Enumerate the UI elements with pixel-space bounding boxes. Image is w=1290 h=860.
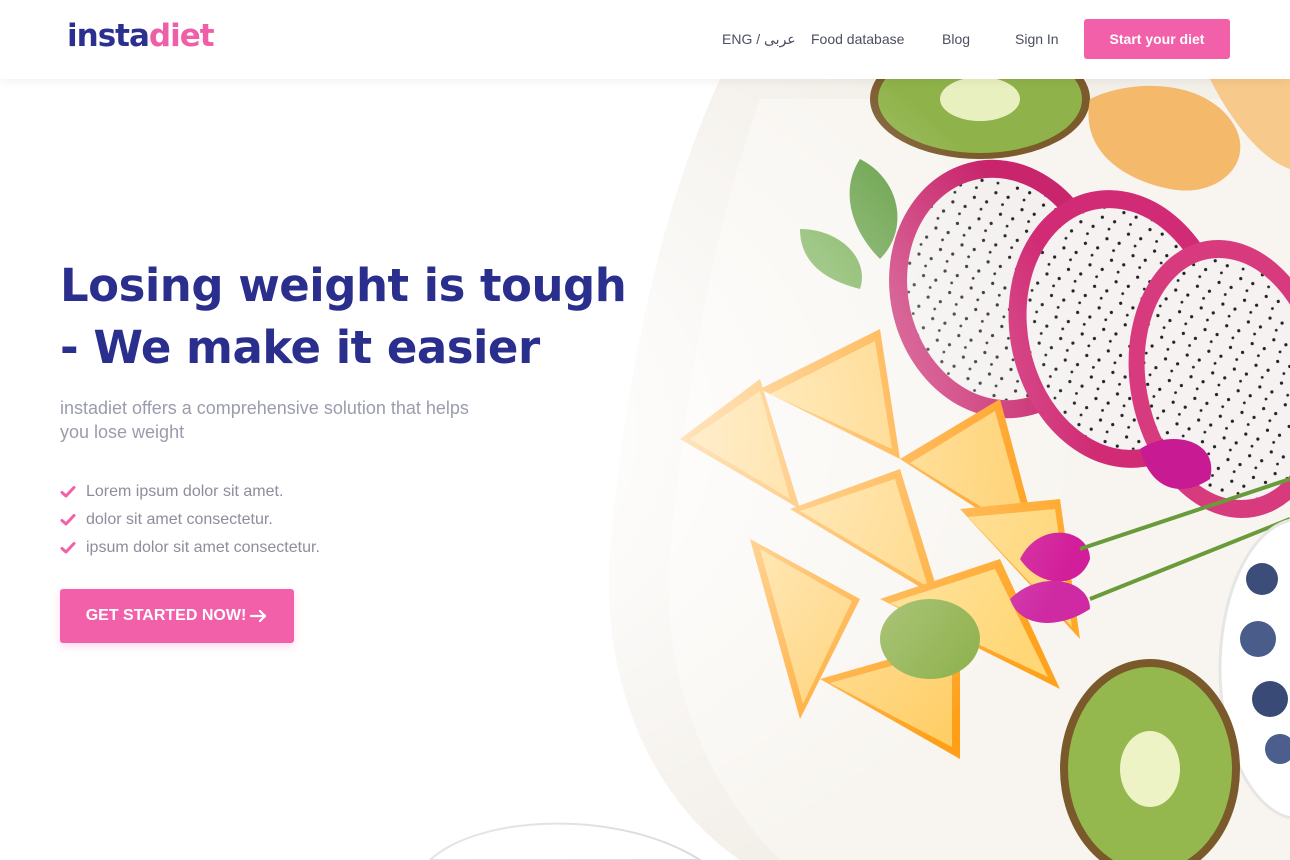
arrow-right-icon xyxy=(250,609,267,623)
hero-subtext: instadiet offers a comprehensive solutio… xyxy=(60,398,469,442)
get-started-button[interactable]: GET STARTED NOW! xyxy=(60,589,294,643)
check-icon xyxy=(60,514,76,526)
feature-text: ipsum dolor sit amet consectetur. xyxy=(86,539,320,556)
feature-list-item: dolor sit amet consectetur. xyxy=(60,506,320,534)
check-icon xyxy=(60,486,76,498)
get-started-label: GET STARTED NOW! xyxy=(85,607,247,624)
start-your-diet-button[interactable]: Start your diet xyxy=(1084,19,1230,59)
sign-in-link[interactable]: Sign In xyxy=(1015,31,1059,47)
hero-fruit-plate-image xyxy=(0,79,1290,860)
logo-part-insta: insta xyxy=(67,18,150,54)
top-navbar: instadiet ENG / عربى Food database Blog … xyxy=(0,0,1290,79)
feature-list-item: Lorem ipsum dolor sit amet. xyxy=(60,478,320,506)
feature-list: Lorem ipsum dolor sit amet. dolor sit am… xyxy=(60,478,320,562)
hero-headline: Losing weight is tough - We make it easi… xyxy=(60,255,660,379)
nav-link-food-database[interactable]: Food database xyxy=(811,31,904,47)
hero-headline-line-1: Losing weight is tough xyxy=(60,259,627,312)
feature-text: dolor sit amet consectetur. xyxy=(86,511,273,528)
hero-headline-line-2: - We make it easier xyxy=(60,321,540,374)
instadiet-logo[interactable]: instadiet xyxy=(67,18,215,54)
check-icon xyxy=(60,542,76,554)
language-switch[interactable]: ENG / عربى xyxy=(722,31,796,48)
feature-list-item: ipsum dolor sit amet consectetur. xyxy=(60,534,320,562)
nav-link-blog[interactable]: Blog xyxy=(942,31,970,47)
feature-text: Lorem ipsum dolor sit amet. xyxy=(86,483,284,500)
logo-part-diet: diet xyxy=(148,18,215,54)
